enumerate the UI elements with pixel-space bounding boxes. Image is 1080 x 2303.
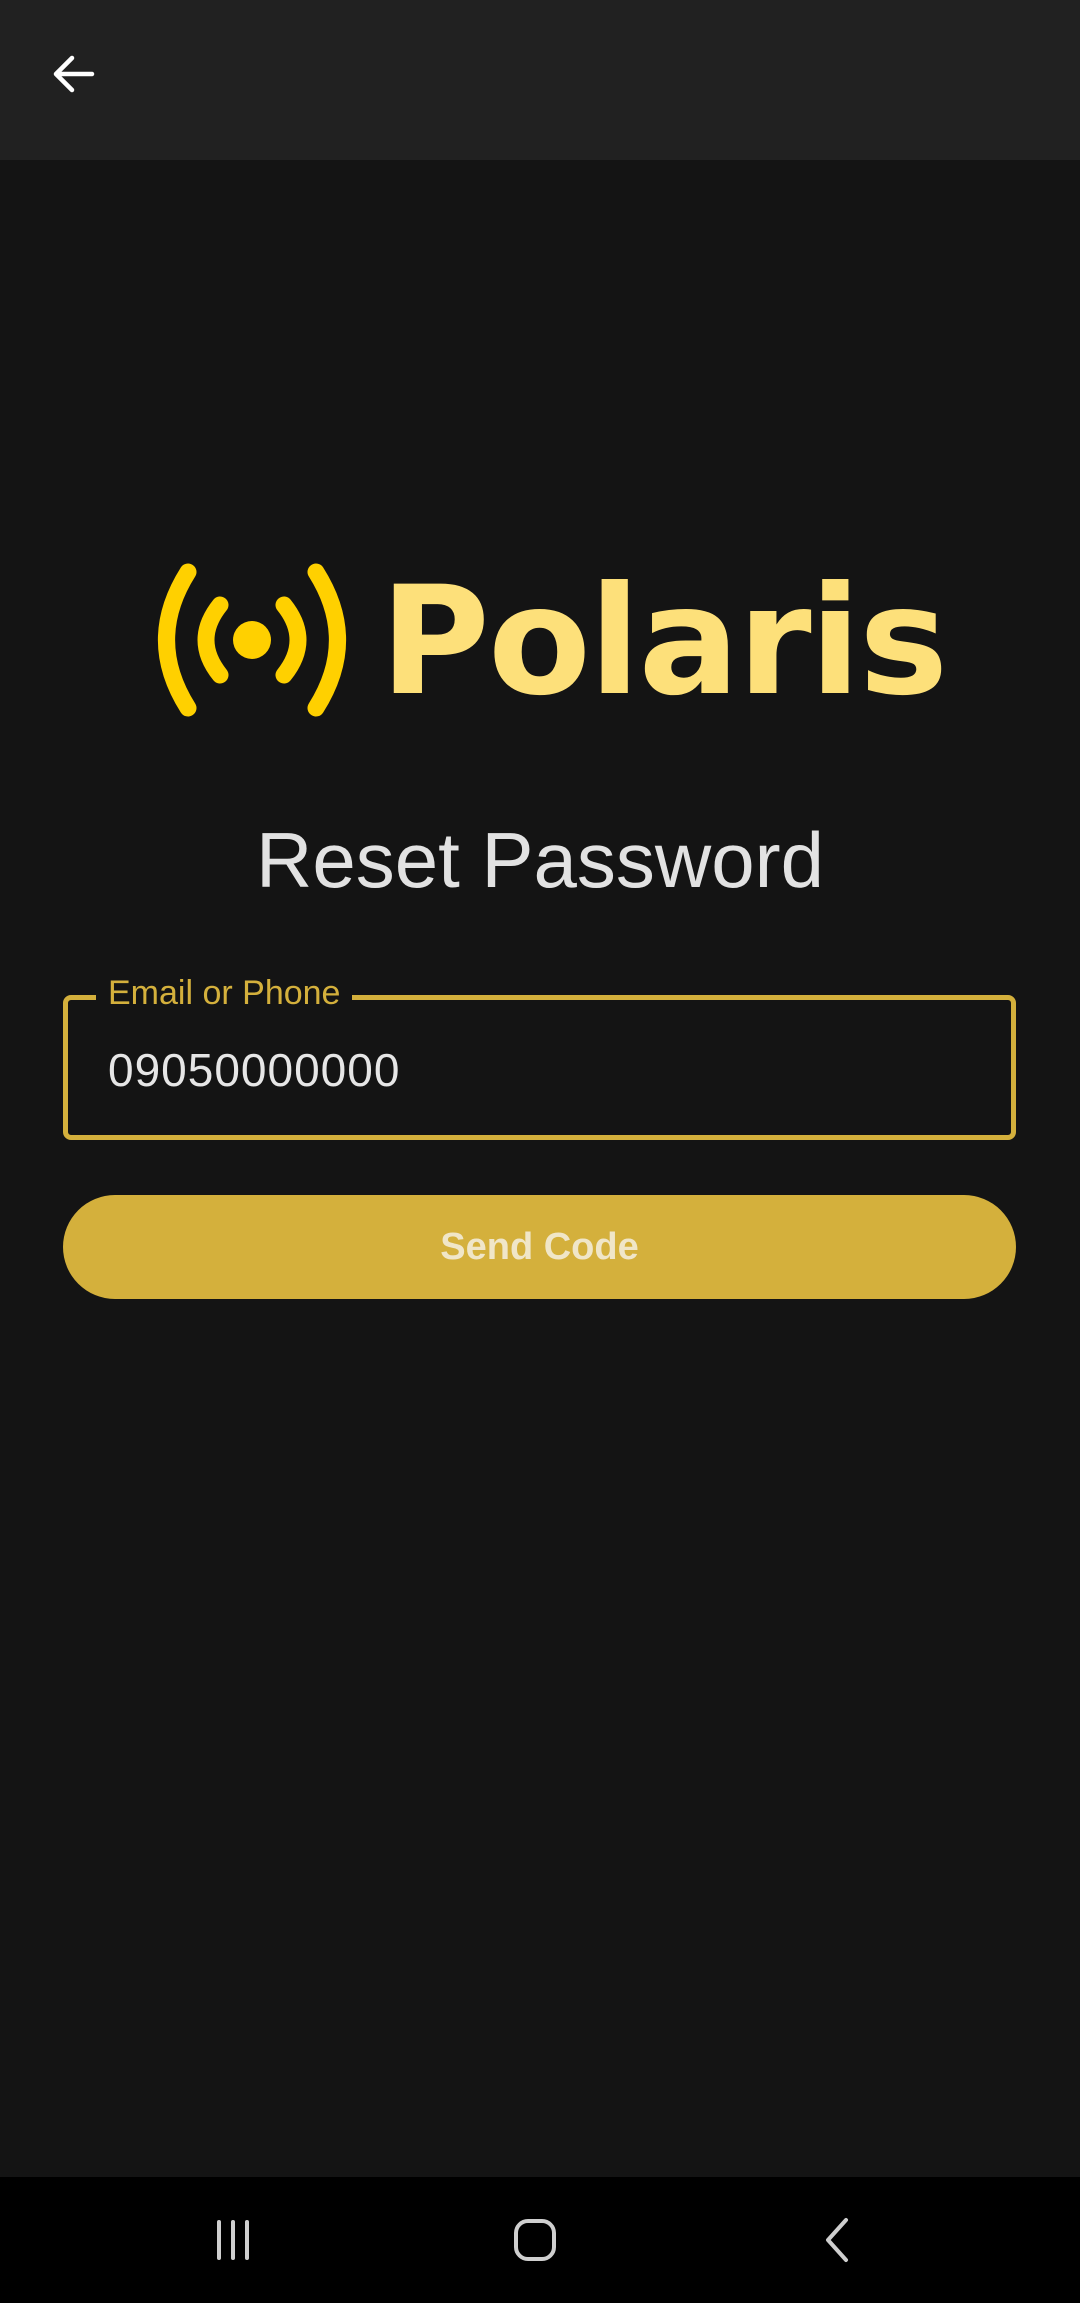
logo-wordmark: Polaris (380, 555, 948, 729)
send-code-button[interactable]: Send Code (63, 1195, 1016, 1299)
field-label: Email or Phone (96, 968, 353, 1018)
arrow-left-icon (53, 55, 95, 93)
back-chevron-icon (826, 2218, 848, 2262)
reset-password-screen: Polaris Reset Password Email or Phone Se… (0, 0, 1080, 2303)
recent-apps-button[interactable] (173, 2200, 293, 2280)
email-or-phone-field[interactable]: Email or Phone (63, 968, 1016, 1140)
system-navigation-bar (0, 2177, 1080, 2303)
recent-apps-icon (217, 2220, 249, 2260)
home-icon (514, 2219, 556, 2261)
home-button[interactable] (475, 2200, 595, 2280)
page-title: Reset Password (256, 816, 824, 904)
system-back-button[interactable] (778, 2200, 898, 2280)
email-or-phone-input[interactable] (108, 1040, 968, 1100)
broadcast-signal-icon (158, 563, 346, 717)
polaris-logo: Polaris (150, 560, 948, 722)
back-button[interactable] (38, 38, 110, 110)
app-bar (0, 0, 1080, 160)
